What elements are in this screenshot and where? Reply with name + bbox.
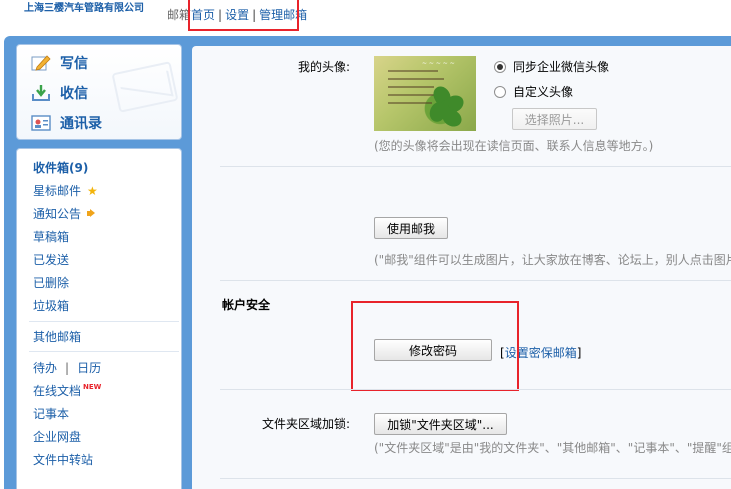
divider bbox=[29, 321, 179, 322]
inbox-label: 收信 bbox=[60, 86, 88, 102]
calendar-link[interactable]: 日历 bbox=[77, 359, 101, 376]
notes-link[interactable]: 记事本 bbox=[33, 405, 69, 422]
set-security-email-link[interactable]: 设置密保邮箱 bbox=[505, 346, 577, 360]
folder-spam[interactable]: 垃圾箱 bbox=[33, 297, 69, 314]
separator: | bbox=[65, 360, 70, 375]
row-divider bbox=[220, 478, 731, 479]
avatar-label: 我的头像: bbox=[297, 60, 350, 74]
netdisk-link[interactable]: 企业网盘 bbox=[33, 428, 81, 445]
contacts-label: 通讯录 bbox=[60, 116, 102, 132]
inbox-button[interactable]: 收信 bbox=[31, 82, 88, 104]
envelope-watermark-icon bbox=[111, 61, 179, 113]
star-icon: ★ bbox=[87, 183, 98, 198]
folder-deleted[interactable]: 已删除 bbox=[33, 274, 69, 291]
folder-notice-label: 通知公告 bbox=[33, 207, 82, 221]
row-divider bbox=[220, 166, 731, 167]
folder-starred-label: 星标邮件 bbox=[33, 184, 82, 198]
folder-inbox-label: 收件箱(9) bbox=[33, 161, 89, 175]
folder-spam-label: 垃圾箱 bbox=[33, 299, 70, 313]
row-divider bbox=[220, 280, 731, 281]
todo-calendar-row: 待办 | 日历 bbox=[33, 359, 101, 376]
folder-deleted-label: 已删除 bbox=[33, 276, 70, 290]
avatar-image-caption: ~ ~ ~ ~ ~ bbox=[422, 60, 455, 67]
pencil-icon bbox=[31, 54, 51, 72]
speaker-icon bbox=[87, 209, 97, 218]
mailbox-prefix: 邮箱 bbox=[167, 8, 192, 22]
separator: | bbox=[252, 8, 257, 22]
use-mailme-button[interactable]: 使用邮我 bbox=[374, 217, 448, 239]
folder-notice[interactable]: 通知公告 bbox=[33, 205, 97, 222]
manage-mailbox-link[interactable]: 管理邮箱 bbox=[259, 8, 307, 22]
top-header: 上海三樱汽车管路有限公司 邮箱首页 | 设置 | 管理邮箱 bbox=[0, 0, 731, 40]
avatar-option-custom[interactable]: 自定义头像 bbox=[494, 83, 573, 100]
bracket: ] bbox=[576, 346, 582, 360]
company-name: 上海三樱汽车管路有限公司 bbox=[24, 3, 144, 14]
radio-sync[interactable] bbox=[494, 60, 506, 73]
folder-sent[interactable]: 已发送 bbox=[33, 251, 69, 268]
inbox-download-icon bbox=[31, 84, 51, 102]
netdisk-label: 企业网盘 bbox=[33, 430, 82, 444]
folder-drafts-label: 草稿箱 bbox=[33, 230, 70, 244]
choose-photo-button[interactable]: 选择照片... bbox=[512, 108, 597, 130]
folder-lock-button[interactable]: 加锁"文件夹区域"... bbox=[374, 413, 507, 435]
folder-list-panel: 收件箱(9) 星标邮件 ★ 通知公告 草稿箱 已发送 已删除 垃圾箱 其他邮箱 待… bbox=[16, 148, 182, 489]
folder-drafts[interactable]: 草稿箱 bbox=[33, 228, 69, 245]
row-divider bbox=[220, 389, 731, 390]
settings-link[interactable]: 设置 bbox=[225, 8, 249, 22]
online-docs-link[interactable]: 在线文档 NEW bbox=[33, 382, 101, 399]
avatar-option-sync-label: 同步企业微信头像 bbox=[513, 60, 610, 74]
change-password-button[interactable]: 修改密码 bbox=[374, 339, 492, 361]
home-link[interactable]: 首页 bbox=[191, 8, 215, 22]
todo-link[interactable]: 待办 bbox=[33, 359, 57, 376]
mailme-hint: ("邮我"组件可以生成图片，让大家放在博客、论坛上，别人点击图片 bbox=[374, 253, 731, 267]
new-badge: NEW bbox=[83, 382, 102, 391]
transfer-label: 文件中转站 bbox=[33, 453, 94, 467]
folder-lock-label: 文件夹区域加锁: bbox=[261, 417, 350, 431]
divider bbox=[29, 351, 179, 352]
folder-other-mailbox[interactable]: 其他邮箱 bbox=[33, 328, 81, 345]
compose-button[interactable]: 写信 bbox=[31, 52, 88, 74]
folder-starred[interactable]: 星标邮件 ★ bbox=[33, 182, 98, 199]
folder-sent-label: 已发送 bbox=[33, 253, 70, 267]
radio-custom[interactable] bbox=[494, 85, 506, 98]
security-email-link-wrapper: [设置密保邮箱] bbox=[500, 344, 581, 361]
quick-actions-panel: 写信 收信 通讯录 bbox=[16, 44, 182, 140]
contacts-button[interactable]: 通讯录 bbox=[31, 112, 102, 134]
avatar-option-sync[interactable]: 同步企业微信头像 bbox=[494, 58, 609, 75]
avatar-hint: (您的头像将会出现在读信页面、联系人信息等地方。) bbox=[374, 139, 654, 153]
folder-other-mailbox-label: 其他邮箱 bbox=[33, 330, 82, 344]
online-docs-label: 在线文档 bbox=[33, 384, 82, 398]
folder-inbox[interactable]: 收件箱(9) bbox=[33, 159, 88, 176]
folder-lock-hint: ("文件夹区域"是由"我的文件夹"、"其他邮箱"、"记事本"、"提醒"组成 bbox=[374, 441, 731, 455]
contacts-card-icon bbox=[31, 114, 51, 132]
transfer-link[interactable]: 文件中转站 bbox=[33, 451, 93, 468]
top-nav-links: 邮箱首页 | 设置 | 管理邮箱 bbox=[167, 6, 307, 23]
avatar-option-custom-label: 自定义头像 bbox=[513, 85, 574, 99]
notes-label: 记事本 bbox=[33, 407, 70, 421]
account-security-heading: 帐户安全 bbox=[222, 298, 271, 312]
avatar-image: ~ ~ ~ ~ ~ bbox=[374, 56, 476, 131]
separator: | bbox=[218, 8, 223, 22]
compose-label: 写信 bbox=[60, 56, 88, 72]
